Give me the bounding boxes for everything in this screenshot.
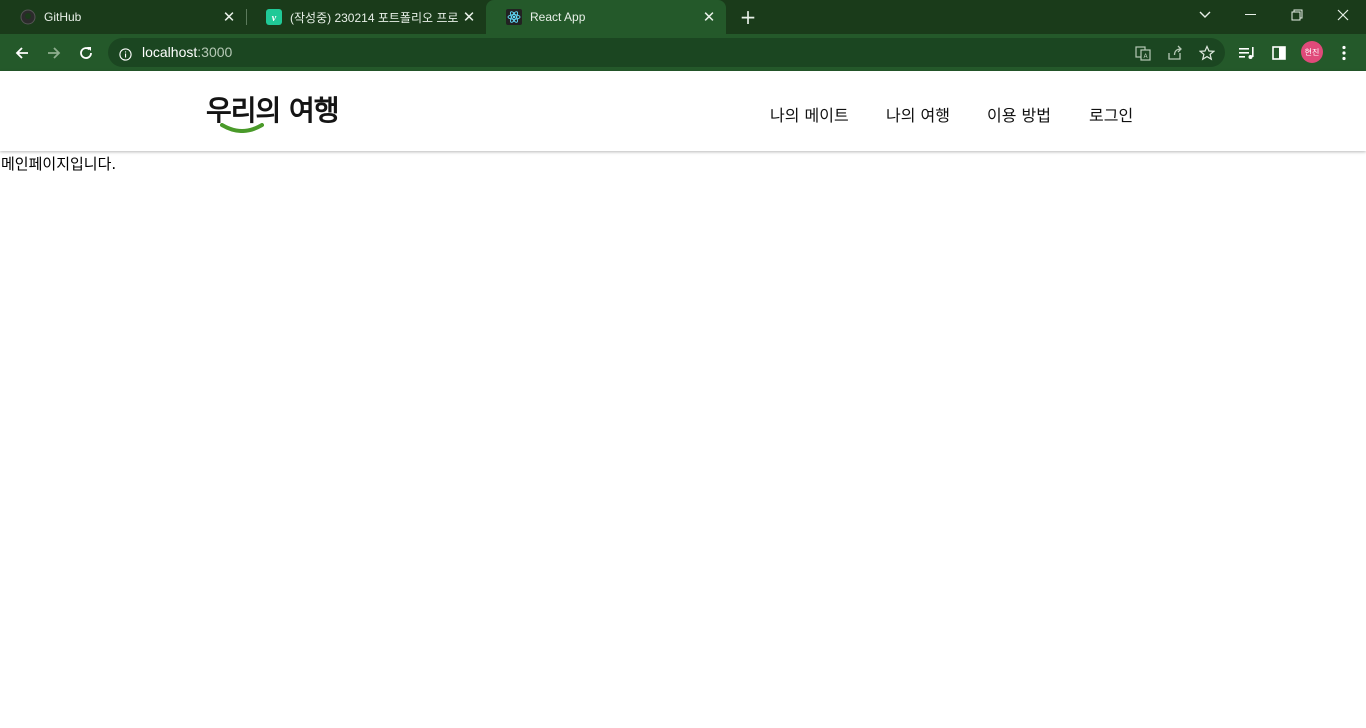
tab-search-chevron-icon[interactable] <box>1182 0 1228 30</box>
media-playlist-icon[interactable] <box>1236 42 1258 64</box>
url-text[interactable]: localhost:3000 <box>142 44 232 60</box>
tab-title: (작성중) 230214 포트폴리오 프로 <box>290 10 459 25</box>
browser-tab-github[interactable]: GitHub ✕ <box>0 0 246 34</box>
site-header: 우리의 여행 나의 메이트 나의 여행 이용 방법 로그인 <box>0 71 1366 151</box>
profile-avatar[interactable]: 현진 <box>1301 41 1323 63</box>
back-arrow-icon[interactable] <box>8 39 36 67</box>
browser-tab-strip: GitHub ✕ v (작성중) 230214 포트폴리오 프로 ✕ React… <box>0 0 1366 34</box>
browser-tab-velog[interactable]: v (작성중) 230214 포트폴리오 프로 ✕ <box>246 0 486 34</box>
browser-tab-react-app[interactable]: React App ✕ <box>486 0 726 34</box>
main-page-text: 메인페이지입니다. <box>1 155 117 173</box>
react-icon <box>506 9 522 25</box>
tab-title: GitHub <box>44 10 82 24</box>
close-tab-icon[interactable]: ✕ <box>460 8 478 26</box>
minimize-icon[interactable] <box>1228 0 1274 30</box>
close-tab-icon[interactable]: ✕ <box>220 8 238 26</box>
nav-login[interactable]: 로그인 <box>1089 102 1133 126</box>
nav-how-to-use[interactable]: 이용 방법 <box>987 102 1051 126</box>
browser-menu-icon[interactable] <box>1333 42 1355 64</box>
close-window-icon[interactable] <box>1320 0 1366 30</box>
restore-icon[interactable] <box>1274 0 1320 30</box>
share-icon[interactable] <box>1166 44 1184 62</box>
translate-icon[interactable]: A <box>1134 44 1152 62</box>
bookmark-star-icon[interactable] <box>1198 44 1216 62</box>
svg-text:v: v <box>272 13 277 24</box>
new-tab-button[interactable]: + <box>737 6 759 28</box>
browser-toolbar: localhost:3000 A <box>0 34 1366 71</box>
site-logo[interactable]: 우리의 여행 <box>206 89 340 133</box>
close-tab-icon[interactable]: ✕ <box>700 8 718 26</box>
nav-my-trip[interactable]: 나의 여행 <box>886 102 950 126</box>
url-port: :3000 <box>197 44 233 60</box>
github-icon <box>20 9 36 25</box>
address-bar[interactable]: localhost:3000 A <box>108 38 1225 67</box>
reload-icon[interactable] <box>72 39 100 67</box>
logo-smile-icon <box>220 123 264 133</box>
side-panel-icon[interactable] <box>1268 42 1290 64</box>
url-host: localhost <box>142 44 198 60</box>
info-icon[interactable] <box>119 46 132 61</box>
velog-icon: v <box>266 9 282 25</box>
nav-my-mate[interactable]: 나의 메이트 <box>770 102 849 126</box>
forward-arrow-icon[interactable] <box>40 39 68 67</box>
tab-title: React App <box>530 10 586 24</box>
